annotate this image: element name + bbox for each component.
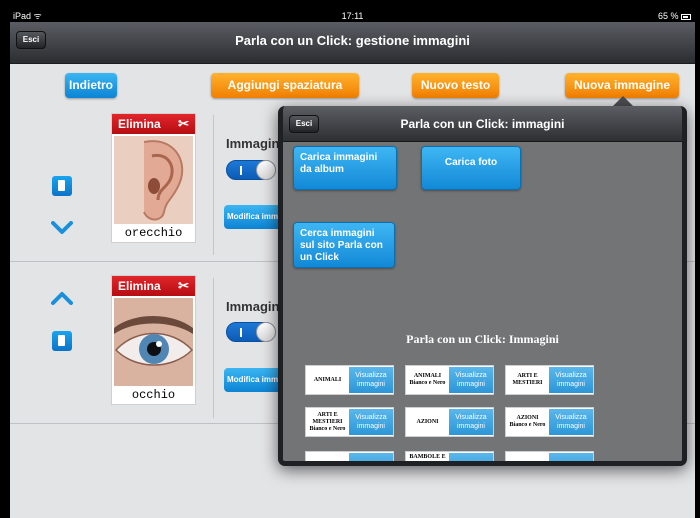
category-tile[interactable] — [305, 451, 394, 461]
divider — [213, 115, 214, 255]
battery-icon — [681, 13, 691, 20]
page-title: Parla con un Click: gestione immagini — [235, 33, 470, 48]
divider — [213, 278, 214, 418]
category-tile[interactable] — [505, 451, 594, 461]
images-popover: Esci Parla con un Click: immagini Carica… — [278, 106, 687, 466]
view-images-button[interactable] — [549, 453, 593, 461]
status-bar: iPad ᯤ 17:11 65 % — [10, 10, 695, 22]
view-images-button[interactable]: Visualizza immagini — [449, 367, 493, 393]
view-images-button[interactable]: Visualizza immagini — [349, 409, 393, 435]
load-album-button[interactable]: Carica immagini da album — [293, 146, 397, 190]
battery-level: 65 % — [657, 11, 679, 21]
delete-button[interactable]: Elimina ✂ — [112, 276, 195, 296]
ear-image — [114, 136, 193, 224]
edit-image-button[interactable]: Modifica immagine — [224, 205, 284, 229]
nav-bar: Esci Parla con un Click: gestione immagi… — [10, 22, 695, 64]
edit-image-button[interactable]: Modifica immagine — [224, 368, 284, 392]
clock: 17:11 — [341, 11, 364, 21]
view-images-button[interactable] — [449, 453, 493, 461]
category-tile[interactable]: ARTI E MESTIERI Bianco e Nero Visualizza … — [305, 407, 394, 437]
view-images-button[interactable]: Visualizza immagini — [349, 367, 393, 393]
images-label: Immagini — [226, 299, 284, 314]
scissors-icon: ✂ — [178, 278, 189, 293]
copy-icon[interactable] — [52, 176, 72, 196]
popover-body: Carica immagini da album Carica foto Cer… — [283, 142, 682, 461]
new-image-button[interactable]: Nuova immagine — [565, 73, 679, 98]
image-card-occhio[interactable]: Elimina ✂ occhio — [111, 275, 196, 405]
search-site-button[interactable]: Cerca immagini sul sito Parla con un Cli… — [293, 222, 395, 268]
new-text-button[interactable]: Nuovo testo — [412, 73, 499, 98]
view-images-button[interactable]: Visualizza immagini — [549, 367, 593, 393]
category-tile[interactable]: ANIMALI Bianco e Nero Visualizza immagini — [405, 365, 494, 395]
category-tile[interactable]: AZIONI Bianco e Nero Visualizza immagini — [505, 407, 594, 437]
images-toggle[interactable] — [226, 322, 276, 342]
back-button[interactable]: Indietro — [65, 73, 117, 98]
scissors-icon: ✂ — [178, 116, 189, 131]
category-tile[interactable]: AZIONI Visualizza immagini — [405, 407, 494, 437]
view-images-button[interactable] — [349, 453, 393, 461]
images-label: Immagini — [226, 136, 284, 151]
category-tile[interactable]: ANIMALI Visualizza immagini — [305, 365, 394, 395]
view-images-button[interactable]: Visualizza immagini — [449, 409, 493, 435]
popover-header: Esci Parla con un Click: immagini — [283, 106, 682, 142]
image-word: orecchio — [124, 226, 183, 240]
category-tile[interactable]: BAMBOLE E — [405, 451, 494, 461]
add-spacing-button[interactable]: Aggiungi spaziatura — [211, 73, 359, 98]
web-section-title: Parla con un Click: Immagini — [406, 332, 559, 346]
category-tile[interactable]: ARTI E MESTIERI Visualizza immagini — [505, 365, 594, 395]
images-toggle[interactable] — [226, 160, 276, 180]
load-photo-button[interactable]: Carica foto — [421, 146, 521, 190]
copy-icon[interactable] — [52, 331, 72, 351]
image-word: occhio — [131, 388, 176, 402]
delete-button[interactable]: Elimina ✂ — [112, 114, 195, 134]
eye-image — [114, 298, 193, 386]
chevron-up-icon[interactable] — [51, 291, 73, 305]
ipad-screen: iPad ᯤ 17:11 65 % Esci Parla con un Clic… — [10, 10, 695, 518]
view-images-button[interactable]: Visualizza immagini — [549, 409, 593, 435]
popover-title: Parla con un Click: immagini — [400, 117, 565, 131]
chevron-down-icon[interactable] — [51, 221, 73, 235]
image-card-orecchio[interactable]: Elimina ✂ orecchio — [111, 113, 196, 243]
